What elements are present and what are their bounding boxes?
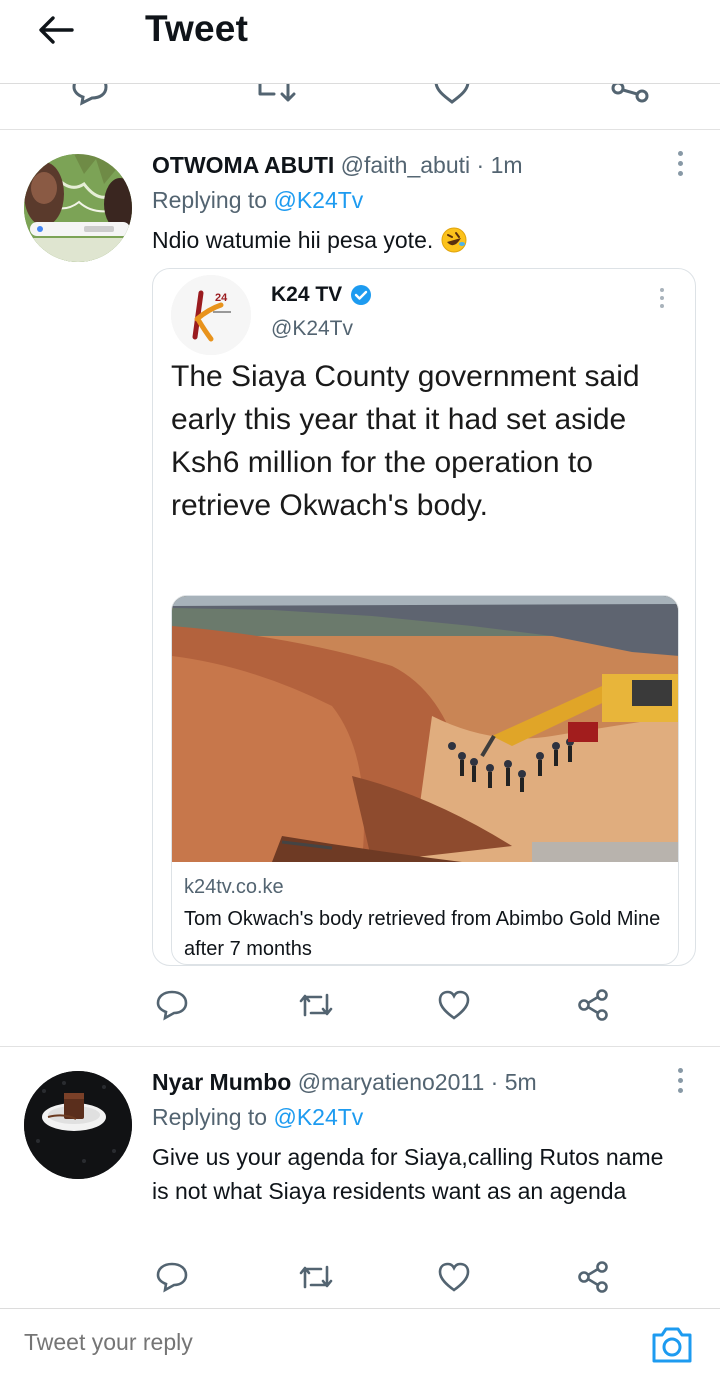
reply-icon[interactable] — [70, 84, 110, 106]
share-icon[interactable] — [610, 84, 654, 110]
main-tweet-actions — [0, 84, 720, 130]
like-button[interactable] — [434, 1257, 474, 1297]
avatar[interactable] — [24, 1071, 132, 1179]
replying-to-link[interactable]: @K24Tv — [273, 187, 363, 213]
svg-text:24: 24 — [215, 292, 228, 304]
reply-input[interactable] — [24, 1329, 624, 1356]
more-options-button[interactable] — [670, 146, 690, 180]
tweet-text: Ndio watumie hii pesa yote. — [152, 223, 468, 257]
tweet-actions — [0, 1257, 720, 1297]
replying-to: Replying to @K24Tv — [152, 187, 364, 213]
quote-username[interactable]: @K24Tv — [271, 317, 353, 341]
reply-tweet[interactable]: Nyar Mumbo @maryatieno2011 · 5m Replying… — [0, 1047, 720, 1308]
avatar[interactable] — [24, 154, 132, 262]
link-card[interactable]: k24tv.co.ke Tom Okwach's body retrieved … — [171, 595, 679, 965]
reply-icon — [156, 1262, 188, 1293]
tweet-header: Nyar Mumbo @maryatieno2011 · 5m — [152, 1069, 537, 1096]
arrow-left-icon — [39, 16, 74, 44]
tweet-text: Give us your agenda for Siaya,calling Ru… — [152, 1144, 664, 1204]
username[interactable]: @maryatieno2011 — [298, 1069, 485, 1095]
retweet-icon — [299, 993, 333, 1017]
retweet-icon[interactable] — [252, 84, 296, 106]
share-button[interactable] — [574, 985, 614, 1025]
username[interactable]: @faith_abuti — [341, 152, 471, 178]
display-name[interactable]: Nyar Mumbo — [152, 1069, 291, 1095]
quoted-tweet[interactable]: 24 K24 TV @K24Tv The Siaya County govern… — [152, 268, 696, 966]
tweet-header: OTWOMA ABUTI @faith_abuti · 1m — [152, 152, 523, 179]
share-icon — [578, 1261, 608, 1293]
page-title: Tweet — [145, 8, 249, 49]
quote-avatar[interactable]: 24 — [171, 275, 251, 355]
reply-composer — [0, 1308, 720, 1381]
rolling-on-floor-laughing-emoji — [441, 227, 467, 253]
reply-tweet[interactable]: OTWOMA ABUTI @faith_abuti · 1m Replying … — [0, 130, 720, 1047]
like-icon[interactable] — [432, 84, 472, 106]
like-button[interactable] — [434, 985, 474, 1025]
camera-button[interactable] — [650, 1323, 694, 1367]
replying-to: Replying to @K24Tv — [152, 1104, 364, 1130]
timestamp: · 5m — [490, 1069, 537, 1095]
quote-text: The Siaya County government said early t… — [171, 360, 640, 522]
timestamp: · 1m — [476, 152, 523, 178]
link-card-domain: k24tv.co.ke — [184, 876, 284, 898]
share-icon — [578, 989, 608, 1021]
reply-icon — [156, 990, 188, 1021]
replying-to-link[interactable]: @K24Tv — [273, 1104, 363, 1130]
like-icon — [438, 990, 470, 1020]
back-button[interactable] — [36, 10, 76, 50]
link-card-title: Tom Okwach's body retrieved from Abimbo … — [184, 908, 661, 960]
like-icon — [438, 1262, 470, 1292]
verified-badge-icon — [351, 285, 372, 305]
retweet-icon — [299, 1265, 333, 1289]
more-options-button[interactable] — [670, 1063, 690, 1097]
reply-button[interactable] — [152, 1257, 192, 1297]
tweet-actions — [0, 985, 720, 1025]
link-card-image — [172, 596, 678, 862]
quote-display-name[interactable]: K24 TV — [271, 283, 372, 307]
retweet-button[interactable] — [296, 985, 336, 1025]
display-name[interactable]: OTWOMA ABUTI — [152, 152, 334, 178]
reply-button[interactable] — [152, 985, 192, 1025]
camera-icon — [652, 1327, 692, 1363]
top-bar: Tweet — [0, 0, 720, 84]
k24-logo-icon: 24 — [171, 275, 251, 355]
retweet-button[interactable] — [296, 1257, 336, 1297]
share-button[interactable] — [574, 1257, 614, 1297]
quote-more-button[interactable] — [655, 283, 669, 313]
